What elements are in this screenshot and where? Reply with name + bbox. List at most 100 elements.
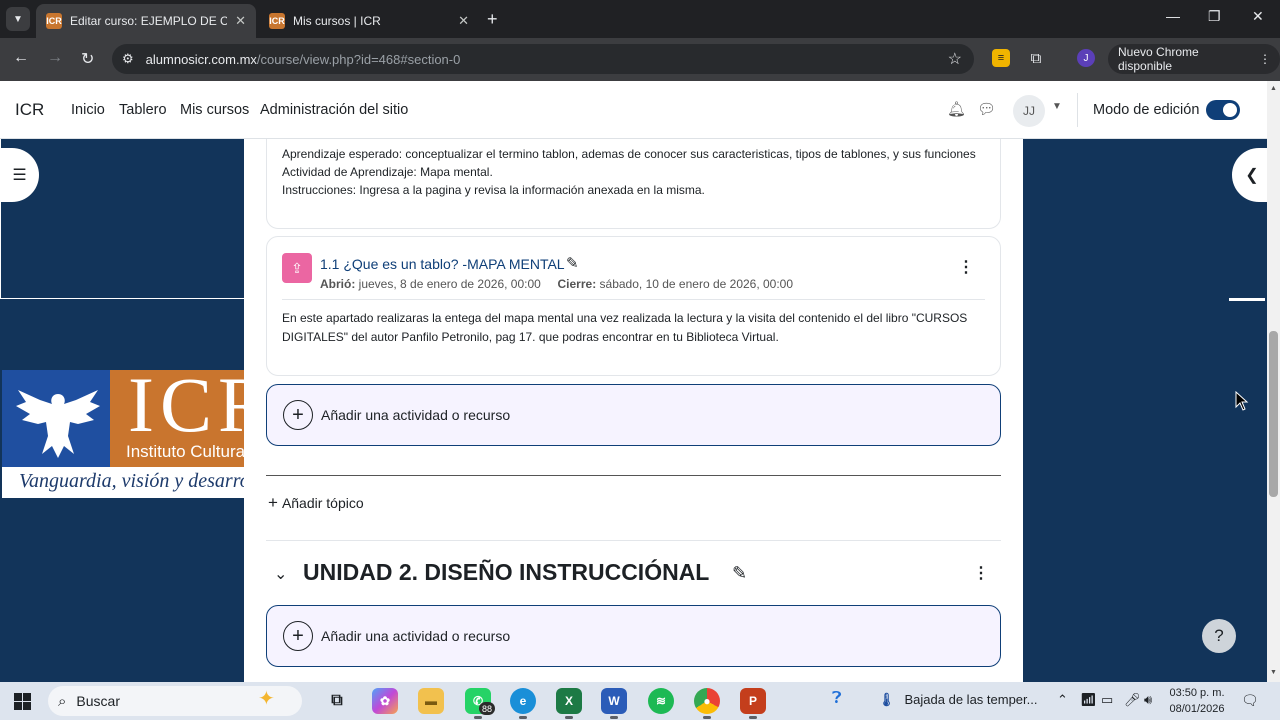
mouse-cursor-icon: [1235, 391, 1249, 411]
add-activity-button[interactable]: + Añadir una actividad o recurso: [266, 384, 1001, 446]
course-content: Aprendizaje esperado: conceptualizar el …: [244, 139, 1023, 682]
close-tab-icon[interactable]: ✕: [458, 13, 469, 29]
section-divider: [266, 540, 1001, 541]
address-bar[interactable]: ⚙ alumnosicr.com.mx /course/view.php?id=…: [112, 44, 974, 74]
edit-mode-label: Modo de edición: [1093, 102, 1200, 118]
activity-card: ⇪ 1.1 ¿Que es un tablo? -MAPA MENTAL ✎ A…: [266, 236, 1001, 376]
chrome-update-button[interactable]: Nuevo Chrome disponible ⋮: [1108, 44, 1280, 74]
notification-center-icon[interactable]: 🗨︎: [1241, 692, 1259, 709]
close-tab-icon[interactable]: ✕: [235, 13, 246, 29]
notifications-bell-icon[interactable]: 🔔︎: [947, 100, 966, 118]
activity-dates: Abrió: jueves, 8 de enero de 2026, 00:00…: [320, 277, 793, 291]
forward-arrow-icon[interactable]: →: [47, 49, 63, 67]
edge-browser-icon[interactable]: e: [510, 688, 536, 719]
tab-title: Mis cursos | ICR: [293, 14, 381, 28]
extensions-puzzle-icon[interactable]: ⧉: [1027, 49, 1045, 67]
copilot-app-icon[interactable]: ✿: [372, 688, 398, 714]
chevron-down-icon[interactable]: ▼: [1052, 101, 1062, 112]
powerpoint-icon[interactable]: P: [740, 688, 766, 719]
excel-icon[interactable]: X: [556, 688, 582, 719]
activity-title-link[interactable]: 1.1 ¿Que es un tablo? -MAPA MENTAL: [320, 256, 565, 272]
profile-avatar[interactable]: J: [1077, 49, 1095, 67]
block-drawer-button[interactable]: ❮: [1232, 148, 1272, 202]
tray-chevron-up-icon[interactable]: ⌃: [1057, 692, 1068, 708]
nav-link-mis-cursos[interactable]: Mis cursos: [180, 102, 249, 118]
add-topic-link[interactable]: + Añadir tópico: [268, 493, 364, 513]
icr-favicon-icon: ICR: [46, 13, 62, 29]
tab-search-chevron-icon[interactable]: ▼: [6, 7, 30, 31]
edit-mode-toggle[interactable]: [1206, 100, 1240, 120]
right-divider-line: [1229, 298, 1265, 301]
system-clock[interactable]: 03:50 p. m. 08/01/2026: [1162, 685, 1232, 717]
update-label: Nuevo Chrome disponible: [1118, 45, 1199, 73]
battery-icon[interactable]: ▭: [1101, 692, 1113, 708]
logo-subtitle: Instituto Cultural: [126, 442, 244, 461]
clock-time: 03:50 p. m.: [1169, 687, 1225, 699]
plus-circle-icon: +: [283, 400, 313, 430]
minimize-icon[interactable]: —: [1166, 8, 1180, 24]
scroll-down-arrow-icon[interactable]: ▼: [1270, 669, 1277, 676]
section-collapse-chevron-icon[interactable]: ⌄: [274, 564, 287, 584]
back-arrow-icon[interactable]: ←: [13, 49, 29, 67]
bookmark-star-icon[interactable]: ☆: [948, 49, 962, 69]
section-actions-kebab-icon[interactable]: ⋮: [973, 563, 989, 583]
search-icon: ⌕: [58, 692, 67, 710]
section-title: UNIDAD 2. DISEÑO INSTRUCCIÓNAL: [303, 559, 710, 585]
spotify-icon[interactable]: ≋: [648, 688, 674, 714]
windows-start-icon[interactable]: [14, 693, 31, 710]
icr-favicon-icon: ICR: [269, 13, 285, 29]
intro-line: Actividad de Aprendizaje: Mapa mental.: [282, 165, 493, 179]
copilot-sparkle-icon[interactable]: ✦: [258, 686, 275, 711]
extension-icon[interactable]: ≡: [992, 49, 1010, 67]
nav-link-administracion[interactable]: Administración del sitio: [260, 102, 408, 118]
menu-kebab-icon: ⋮: [1259, 52, 1271, 66]
site-brand[interactable]: ICR: [15, 100, 44, 120]
close-window-icon[interactable]: ✕: [1252, 8, 1264, 25]
messages-chat-icon[interactable]: 💬︎: [977, 100, 996, 118]
browser-toolbar: ← → ↻ ⚙ alumnosicr.com.mx /course/view.p…: [0, 38, 1280, 81]
microphone-icon[interactable]: 🎤︎: [1124, 692, 1141, 708]
user-avatar[interactable]: JJ: [1013, 95, 1045, 127]
browser-tab-editar-curso[interactable]: ICR Editar curso: EJEMPLO DE CURSO ✕: [36, 4, 256, 38]
help-button[interactable]: ?: [1202, 619, 1236, 653]
restore-icon[interactable]: ❐: [1208, 8, 1221, 25]
plus-circle-icon: +: [283, 621, 313, 651]
browser-tab-mis-cursos[interactable]: ICR Mis cursos | ICR ✕: [259, 4, 479, 38]
intro-line: Instrucciones: Ingresa a la pagina y rev…: [282, 183, 705, 197]
weather-widget[interactable]: 🌡︎ Bajada de las temper...: [878, 692, 1038, 708]
task-view-icon[interactable]: ⧉: [324, 688, 350, 714]
logo-motto: Vanguardia, visión y desarrollo: [2, 467, 244, 498]
volume-icon[interactable]: 🔊︎: [1144, 692, 1152, 708]
add-activity-label: Añadir una actividad o recurso: [321, 628, 511, 644]
icr-logo: ICR Instituto Cultural Vanguardia, visió…: [2, 370, 244, 498]
opened-label: Abrió:: [320, 277, 356, 291]
scroll-up-arrow-icon[interactable]: ▲: [1270, 85, 1277, 92]
add-activity-button[interactable]: + Añadir una actividad o recurso: [266, 605, 1001, 667]
chevron-left-icon: ❮: [1245, 167, 1259, 184]
assignment-icon: ⇪: [282, 253, 312, 283]
nav-link-tablero[interactable]: Tablero: [119, 102, 167, 118]
word-icon[interactable]: W: [601, 688, 627, 719]
browser-tab-strip: ▼ ICR Editar curso: EJEMPLO DE CURSO ✕ I…: [0, 0, 1280, 38]
search-placeholder: Buscar: [76, 693, 120, 709]
help-circle-icon[interactable]: ❓︎: [832, 690, 842, 708]
activity-description: En este apartado realizaras la entega de…: [282, 311, 968, 344]
chrome-icon[interactable]: ●: [694, 688, 720, 719]
file-explorer-icon[interactable]: ▬: [418, 688, 444, 714]
wifi-icon[interactable]: 📶︎: [1080, 692, 1097, 708]
edit-pencil-icon[interactable]: ✎: [566, 254, 579, 272]
page-scrollbar[interactable]: ▲ ▼: [1267, 81, 1280, 682]
site-settings-icon[interactable]: ⚙: [122, 51, 134, 67]
whatsapp-badge: 88: [479, 702, 496, 715]
activity-actions-kebab-icon[interactable]: ⋮: [958, 257, 974, 277]
left-divider-line-vertical: [0, 139, 1, 299]
course-index-drawer-button[interactable]: ☰: [0, 148, 39, 202]
opened-value: jueves, 8 de enero de 2026, 00:00: [358, 277, 541, 291]
logo-letters: ICR: [128, 370, 244, 448]
new-tab-plus-icon[interactable]: +: [487, 9, 498, 30]
reload-icon[interactable]: ↻: [81, 49, 94, 69]
nav-link-inicio[interactable]: Inicio: [71, 102, 105, 118]
add-activity-label: Añadir una actividad o recurso: [321, 407, 511, 423]
edit-pencil-icon[interactable]: ✎: [732, 563, 747, 584]
scrollbar-thumb[interactable]: [1269, 331, 1278, 497]
